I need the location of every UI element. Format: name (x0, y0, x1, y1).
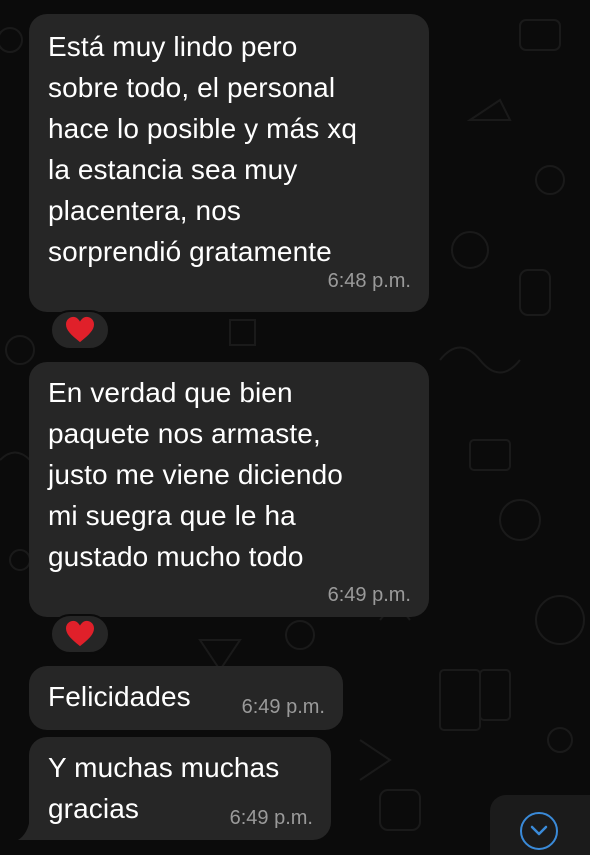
heart-icon (66, 316, 94, 343)
scroll-to-bottom-button[interactable] (490, 795, 590, 855)
bubble-tail (18, 818, 38, 840)
message-time: 6:49 p.m. (327, 584, 411, 606)
message-time: 6:49 p.m. (229, 807, 313, 829)
reaction-badge-1[interactable] (50, 310, 110, 350)
chevron-down-icon (530, 825, 548, 836)
scroll-down-circle (520, 812, 558, 850)
message-bubble-3[interactable]: Felicidades 6:49 p.m. (29, 666, 343, 730)
message-bubble-1[interactable]: Está muy lindo pero sobre todo, el perso… (29, 14, 429, 312)
message-time: 6:49 p.m. (241, 696, 325, 718)
message-time: 6:48 p.m. (327, 270, 411, 292)
message-bubble-2[interactable]: En verdad que bien paquete nos armaste, … (29, 362, 429, 617)
message-bubble-4[interactable]: Y muchas muchas gracias 6:49 p.m. (29, 737, 331, 840)
heart-icon (66, 620, 94, 647)
message-text: Está muy lindo pero sobre todo, el perso… (48, 31, 358, 267)
reaction-badge-2[interactable] (50, 614, 110, 654)
message-text: Felicidades (48, 681, 191, 712)
message-text: En verdad que bien paquete nos armaste, … (48, 377, 343, 572)
